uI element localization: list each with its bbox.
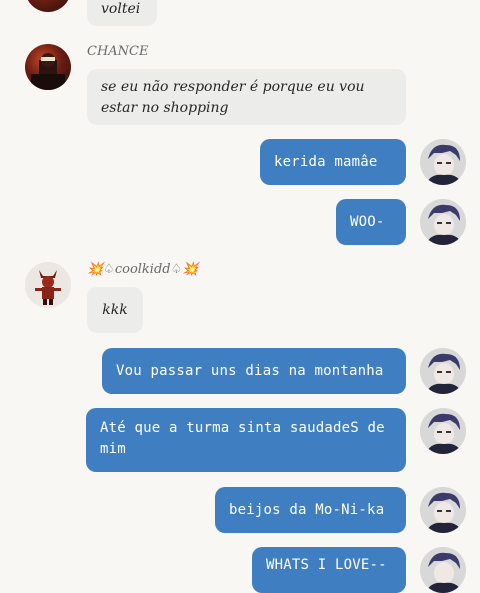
message-text: voltei xyxy=(101,1,141,17)
message-bubble-me-2[interactable]: WOO- xyxy=(336,199,406,245)
message-bubble-coolkidd[interactable]: kkk xyxy=(87,287,143,333)
message-bubble-me-1[interactable]: kerida mamâe xyxy=(260,139,406,185)
message-text: kerida mamâe xyxy=(274,153,378,170)
message-text: WOO- xyxy=(350,213,385,230)
my-avatar[interactable] xyxy=(420,487,466,533)
message-text: Vou passar uns dias na montanha xyxy=(116,362,384,379)
message-bubble-me-4[interactable]: Até que a turma sinta saudadeS de mim xyxy=(86,408,406,472)
my-avatar[interactable] xyxy=(420,408,466,454)
message-text: beijos da Mo-Ni-ka xyxy=(229,501,385,518)
chance-avatar-partial[interactable] xyxy=(25,0,71,12)
coolkidd-avatar[interactable] xyxy=(25,262,71,308)
message-bubble-me-6[interactable]: WHATS I LOVE-- xyxy=(252,547,406,593)
message-text: kkk xyxy=(102,301,128,318)
message-bubble-chance[interactable]: se eu não responder é porque eu vou esta… xyxy=(87,69,406,125)
message-text: WHATS I LOVE-- xyxy=(266,556,387,573)
my-avatar[interactable] xyxy=(420,199,466,245)
message-text: se eu não responder é porque eu vou esta… xyxy=(101,79,365,116)
my-avatar[interactable] xyxy=(420,547,466,593)
my-avatar[interactable] xyxy=(420,348,466,394)
message-text: Até que a turma sinta saudadeS de mim xyxy=(100,420,385,457)
message-bubble-me-3[interactable]: Vou passar uns dias na montanha xyxy=(102,348,406,394)
my-avatar[interactable] xyxy=(420,139,466,185)
chat-thread: voltei CHANCE se eu não responder é porq… xyxy=(0,0,480,593)
coolkidd-username[interactable]: 💥♤coolkidd♤💥 xyxy=(87,262,198,277)
chance-username[interactable]: CHANCE xyxy=(87,44,148,59)
chance-avatar[interactable] xyxy=(25,44,71,90)
message-bubble-me-5[interactable]: beijos da Mo-Ni-ka xyxy=(215,487,406,533)
message-bubble-voltei[interactable]: voltei xyxy=(87,0,157,26)
